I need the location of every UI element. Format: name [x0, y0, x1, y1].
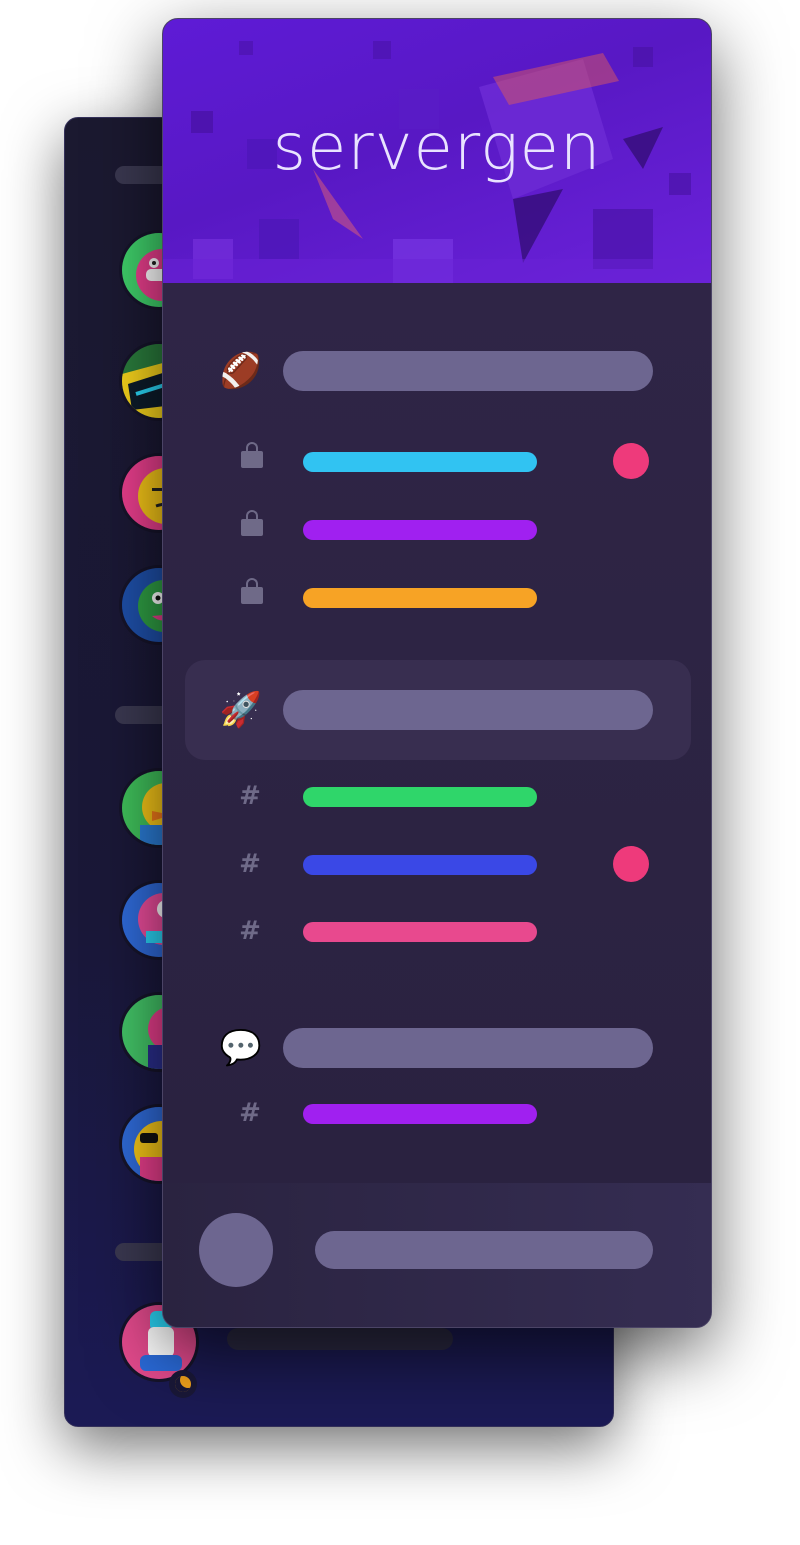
- hash-icon: #: [239, 1098, 261, 1128]
- channel-item[interactable]: [163, 441, 711, 481]
- channel-name-placeholder: [303, 922, 537, 942]
- channel-item[interactable]: #: [163, 911, 711, 951]
- server-channel-panel: servergen 🏈 🚀 # # # 💬 #: [162, 18, 712, 1328]
- channel-name-placeholder: [303, 452, 537, 472]
- channel-item[interactable]: #: [163, 844, 711, 884]
- idle-moon-icon: [169, 1370, 197, 1398]
- lock-icon: [241, 510, 263, 536]
- channel-name-placeholder: [303, 520, 537, 540]
- channel-name-placeholder: [303, 787, 537, 807]
- hash-icon: #: [239, 916, 261, 946]
- category-header[interactable]: 💬: [185, 998, 691, 1098]
- channel-item[interactable]: #: [163, 776, 711, 816]
- unread-badge: [613, 846, 649, 882]
- rocket-icon: 🚀: [219, 690, 263, 730]
- channel-item[interactable]: [163, 509, 711, 549]
- user-panel: [163, 1183, 711, 1327]
- channel-name-placeholder: [303, 855, 537, 875]
- unread-badge: [613, 443, 649, 479]
- category-name-placeholder: [283, 351, 653, 391]
- speech-bubble-icon: 💬: [219, 1028, 263, 1068]
- hash-icon: #: [239, 781, 261, 811]
- self-name-placeholder: [227, 1328, 453, 1350]
- server-logo: servergen: [272, 111, 602, 185]
- lock-icon: [241, 442, 263, 468]
- server-banner[interactable]: servergen: [163, 19, 711, 283]
- lock-icon: [241, 578, 263, 604]
- username-placeholder: [315, 1231, 653, 1269]
- channel-list: 🏈 🚀 # # # 💬 #: [163, 283, 711, 1183]
- channel-name-placeholder: [303, 588, 537, 608]
- channel-item[interactable]: #: [163, 1093, 711, 1133]
- user-avatar[interactable]: [199, 1213, 273, 1287]
- category-header[interactable]: 🏈: [185, 321, 691, 421]
- football-icon: 🏈: [219, 351, 263, 391]
- hash-icon: #: [239, 849, 261, 879]
- category-name-placeholder: [283, 1028, 653, 1068]
- category-name-placeholder: [283, 690, 653, 730]
- channel-name-placeholder: [303, 1104, 537, 1124]
- channel-item[interactable]: [163, 577, 711, 617]
- category-header[interactable]: 🚀: [185, 660, 691, 760]
